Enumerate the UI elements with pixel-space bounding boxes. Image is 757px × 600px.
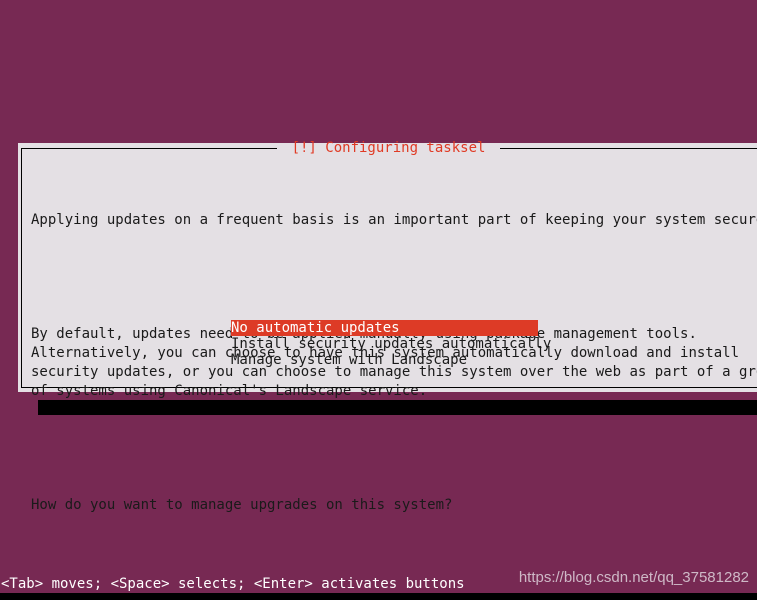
dialog-title: [!] Configuring tasksel: [291, 140, 486, 156]
bottom-black-strip: [0, 593, 757, 600]
option-install-security-updates-automatically[interactable]: Install security updates automatically: [231, 336, 551, 352]
watermark-url: https://blog.csdn.net/qq_37581282: [518, 569, 749, 586]
dialog-paragraph-1: Applying updates on a frequent basis is …: [31, 212, 757, 228]
option-no-automatic-updates[interactable]: No automatic updates: [231, 320, 538, 336]
dialog-question: How do you want to manage upgrades on th…: [31, 497, 453, 513]
upgrade-options-list[interactable]: No automatic updates Install security up…: [231, 320, 551, 368]
terminal-screen: [!] Configuring tasksel Applying updates…: [0, 0, 757, 600]
option-manage-system-with-landscape[interactable]: Manage system with Landscape: [231, 352, 538, 368]
